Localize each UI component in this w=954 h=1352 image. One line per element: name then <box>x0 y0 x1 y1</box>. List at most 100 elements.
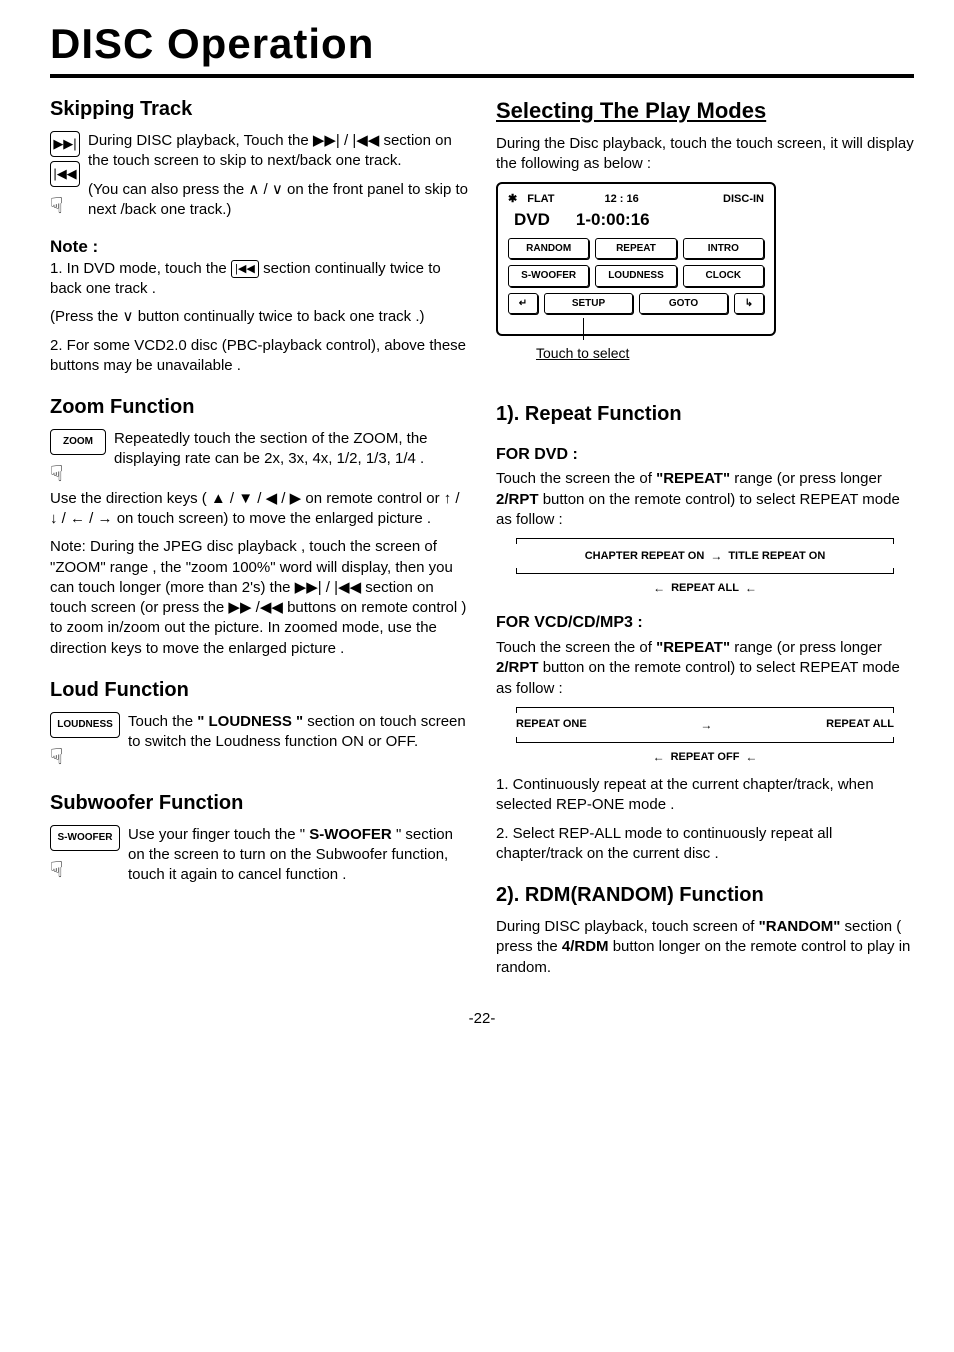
arrow-left-icon: ← <box>653 580 665 596</box>
bluetooth-icon: ✱ <box>508 192 517 207</box>
skipping-text: During DISC playback, Touch the ▶▶| / |◀… <box>88 131 468 228</box>
next-track-icon: ▶▶| <box>50 131 80 157</box>
flow-vcd-2: REPEAT ALL <box>826 717 894 732</box>
arrow-right-icon: → <box>710 548 722 564</box>
screen-btn-swoofer[interactable]: S-WOOFER <box>508 265 589 287</box>
screen-btn-loudness[interactable]: LOUDNESS <box>595 265 676 287</box>
sw-bold: S-WOOFER <box>309 826 392 843</box>
screen-btn-repeat[interactable]: REPEAT <box>595 238 676 260</box>
repeat-vcd-bold2: 2/RPT <box>496 659 539 676</box>
section-rdm: 2). RDM(RANDOM) Function During DISC pla… <box>496 882 914 978</box>
zoom-text1: Repeatedly touch the section of the ZOOM… <box>114 429 468 470</box>
note1: 1. In DVD mode, touch the |◀◀ section co… <box>50 259 468 300</box>
zoom-ff-rw: ▶▶ /◀◀ <box>228 599 282 616</box>
flow-dvd-2: TITLE REPEAT ON <box>728 549 825 564</box>
screen-btnrow-2: S-WOOFER LOUDNESS CLOCK <box>508 265 764 287</box>
note2a: (Press the <box>50 308 123 325</box>
flow-vcd-3: REPEAT OFF <box>671 750 740 765</box>
heading-select-modes: Selecting The Play Modes <box>496 96 914 126</box>
flow-vcd-1: REPEAT ONE <box>516 717 587 732</box>
flowbox-dvd-bottom <box>516 568 894 574</box>
repeat-bold1: "REPEAT" <box>656 470 730 487</box>
select-intro: During the Disc playback, touch the touc… <box>496 134 914 175</box>
zoom-icons: ZOOM ☟ <box>50 429 106 489</box>
zoom-text3: Note: During the JPEG disc playback , to… <box>50 537 468 659</box>
heading-loud: Loud Function <box>50 677 468 704</box>
note-label: Note : <box>50 236 468 259</box>
screen-btn-goto[interactable]: GOTO <box>639 293 728 315</box>
columns: Skipping Track ▶▶| |◀◀ ☟ During DISC pla… <box>50 96 914 996</box>
loud-row: LOUDNESS ☟ Touch the " LOUDNESS " sectio… <box>50 712 468 772</box>
skipping-row: ▶▶| |◀◀ ☟ During DISC playback, Touch th… <box>50 131 468 228</box>
repeat-vcd-c: button on the remote control) to select … <box>496 659 900 696</box>
loudness-button-icon: LOUDNESS <box>50 712 120 738</box>
sw-icons: S-WOOFER ☟ <box>50 825 120 885</box>
screen-btn-next[interactable]: ↳ <box>734 293 764 315</box>
heading-zoom: Zoom Function <box>50 394 468 421</box>
zoom-button-icon: ZOOM <box>50 429 106 455</box>
flowbox-dvd-top <box>516 538 894 544</box>
screen-discin: DISC-IN <box>723 192 764 207</box>
skipping-text1a: During DISC playback, Touch the <box>88 132 313 149</box>
flowbox-vcd-bottom <box>516 737 894 743</box>
zoom-text2: Use the direction keys ( ▲ / ▼ / ◀ / ▶ o… <box>50 489 468 530</box>
repeat-dvd-b: range (or press longer <box>734 470 882 487</box>
zoom-next-prev: ▶▶| / |◀◀ <box>295 579 361 596</box>
screen-btn-intro[interactable]: INTRO <box>683 238 764 260</box>
sw-row: S-WOOFER ☟ Use your finger touch the " S… <box>50 825 468 894</box>
repeat-foot1: 1. Continuously repeat at the current ch… <box>496 775 914 816</box>
repeat-vcd-a: Touch the screen the of <box>496 639 656 656</box>
up-icon: ∧ <box>248 181 259 198</box>
screen-btn-setup[interactable]: SETUP <box>544 293 633 315</box>
screen-time: 12 : 16 <box>605 192 639 207</box>
screen-btnrow-1: RANDOM REPEAT INTRO <box>508 238 764 260</box>
rdm-bold2: 4/RDM <box>562 938 609 955</box>
for-dvd-label: FOR DVD : <box>496 444 914 466</box>
right-column: Selecting The Play Modes During the Disc… <box>496 96 914 996</box>
screen-mockup: ✱ FLAT 12 : 16 DISC-IN DVD 1-0:00:16 RAN… <box>496 182 776 336</box>
down-icon-2: ∨ <box>123 308 134 325</box>
prev-icon-inline: |◀◀ <box>352 132 379 149</box>
flow-dvd-row2: ← REPEAT ALL ← <box>496 580 914 596</box>
flow-dvd-3: REPEAT ALL <box>671 581 739 596</box>
rdm-a: During DISC playback, touch screen of <box>496 918 759 935</box>
loud-text-a: Touch the <box>128 713 197 730</box>
heading-repeat: 1). Repeat Function <box>496 401 914 428</box>
heading-skipping: Skipping Track <box>50 96 468 123</box>
sw-text-a: Use your finger touch the " <box>128 826 309 843</box>
hand-icon: ☟ <box>50 191 80 221</box>
heading-rdm: 2). RDM(RANDOM) Function <box>496 882 914 909</box>
left-column: Skipping Track ▶▶| |◀◀ ☟ During DISC pla… <box>50 96 468 996</box>
swoofer-button-icon: S-WOOFER <box>50 825 120 851</box>
repeat-vcd-text: Touch the screen the of "REPEAT" range (… <box>496 638 914 699</box>
rdm-bold1: "RANDOM" <box>759 918 841 935</box>
sw-text: Use your finger touch the " S-WOOFER " s… <box>128 825 468 886</box>
section-subwoofer: Subwoofer Function S-WOOFER ☟ Use your f… <box>50 790 468 894</box>
down-icon: ∨ <box>272 181 283 198</box>
screen-pos: 1-0:00:16 <box>576 209 650 232</box>
heading-subwoofer: Subwoofer Function <box>50 790 468 817</box>
page-title: DISC Operation <box>50 20 914 78</box>
repeat-dvd-a: Touch the screen the of <box>496 470 656 487</box>
page-number: -22- <box>50 1010 914 1027</box>
rdm-text: During DISC playback, touch screen of "R… <box>496 917 914 978</box>
screen-top-row: ✱ FLAT 12 : 16 DISC-IN <box>508 192 764 207</box>
zoom-row: ZOOM ☟ Repeatedly touch the section of t… <box>50 429 468 489</box>
prev-track-icon: |◀◀ <box>50 161 80 187</box>
skipping-icons: ▶▶| |◀◀ ☟ <box>50 131 80 221</box>
section-loud: Loud Function LOUDNESS ☟ Touch the " LOU… <box>50 677 468 772</box>
screen-btn-clock[interactable]: CLOCK <box>683 265 764 287</box>
section-skipping: Skipping Track ▶▶| |◀◀ ☟ During DISC pla… <box>50 96 468 376</box>
flowbox-vcd-top <box>516 707 894 713</box>
note2b: button continually twice to back one tra… <box>138 308 425 325</box>
screen-flat: FLAT <box>527 192 554 207</box>
repeat-vcd-b: range (or press longer <box>734 639 882 656</box>
zoom-text2b: on remote control or <box>305 490 443 507</box>
hand-icon-2: ☟ <box>50 459 106 489</box>
section-zoom: Zoom Function ZOOM ☟ Repeatedly touch th… <box>50 394 468 659</box>
screen-btn-random[interactable]: RANDOM <box>508 238 589 260</box>
screen-btn-return[interactable]: ↵ <box>508 293 538 315</box>
section-repeat: 1). Repeat Function FOR DVD : Touch the … <box>496 401 914 864</box>
repeat-dvd-text: Touch the screen the of "REPEAT" range (… <box>496 469 914 530</box>
zoom-text2c: on touch screen) to move the enlarged pi… <box>117 510 431 527</box>
